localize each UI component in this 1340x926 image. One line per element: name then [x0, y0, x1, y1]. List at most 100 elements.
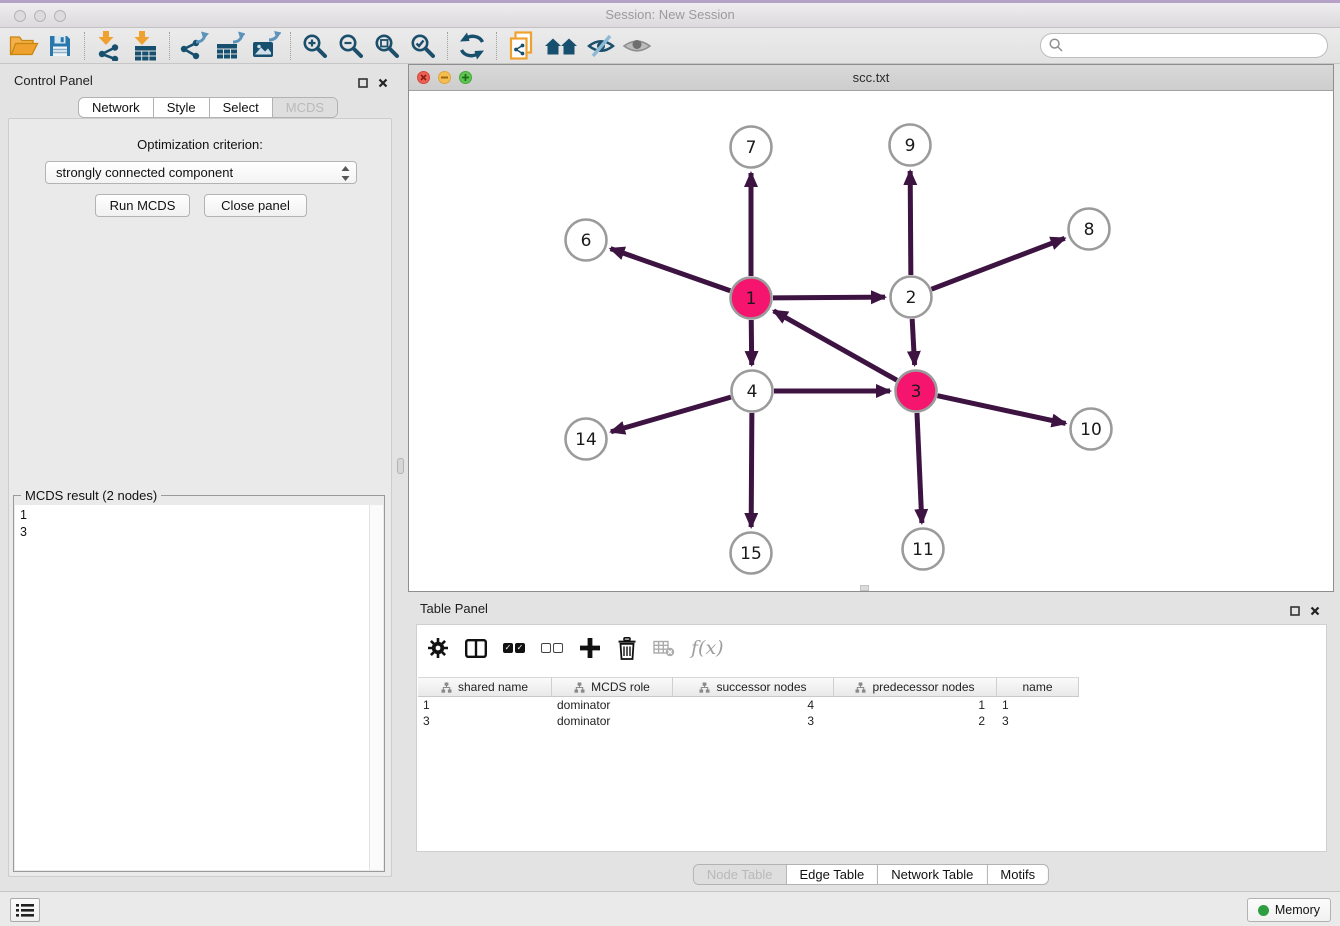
memory-button[interactable]: Memory — [1247, 898, 1331, 922]
net-maximize-button[interactable] — [459, 71, 472, 84]
column-header-successor-nodes[interactable]: successor nodes — [673, 677, 834, 697]
optimization-criterion-label: Optimization criterion: — [9, 137, 391, 152]
delete-column-button[interactable] — [617, 637, 637, 660]
close-panel-icon[interactable] — [378, 75, 388, 93]
table-cell: 3 — [418, 713, 552, 729]
float-panel-icon[interactable] — [358, 75, 368, 93]
column-header-shared-name[interactable]: shared name — [418, 677, 552, 697]
table-settings-button[interactable] — [427, 637, 449, 659]
tab-style[interactable]: Style — [153, 98, 209, 117]
graph-node-6[interactable]: 6 — [566, 220, 607, 261]
table-panel-tabs: Node TableEdge TableNetwork TableMotifs — [693, 864, 1049, 885]
graph-edge-1-2[interactable] — [773, 297, 885, 298]
column-label: MCDS role — [591, 680, 650, 694]
graph-node-2[interactable]: 2 — [891, 277, 932, 318]
import-table-button[interactable] — [127, 30, 163, 62]
attribute-tree-icon — [441, 682, 452, 693]
table-panel-title: Table Panel — [420, 601, 488, 616]
zoom-in-button[interactable] — [297, 30, 333, 62]
export-table-button[interactable] — [212, 30, 248, 62]
graph-node-4[interactable]: 4 — [732, 371, 773, 412]
window-controls-inactive[interactable] — [14, 10, 66, 22]
graph-edge-2-3[interactable] — [912, 319, 914, 365]
column-label: name — [1022, 680, 1052, 694]
maximize-window-button[interactable] — [54, 10, 66, 22]
home-layout-button[interactable] — [539, 30, 583, 62]
graph-edge-4-14[interactable] — [611, 397, 731, 432]
tab-select[interactable]: Select — [209, 98, 272, 117]
column-header-predecessor-nodes[interactable]: predecessor nodes — [834, 677, 997, 697]
tab-motifs[interactable]: Motifs — [986, 865, 1048, 884]
graph-node-14[interactable]: 14 — [566, 419, 607, 460]
close-panel-button[interactable]: Close panel — [204, 194, 307, 217]
attribute-tree-icon — [574, 682, 585, 693]
import-table-icon — [131, 31, 159, 61]
tab-network-table[interactable]: Network Table — [877, 865, 986, 884]
graph-edge-3-10[interactable] — [937, 396, 1065, 424]
criterion-select[interactable]: strongly connected component — [45, 161, 357, 184]
memory-status-icon — [1258, 905, 1269, 916]
tab-node-table[interactable]: Node Table — [694, 865, 786, 884]
result-scrollbar[interactable] — [369, 505, 383, 870]
graph-node-1[interactable]: 1 — [731, 278, 772, 319]
network-snapshot-button[interactable] — [503, 30, 539, 62]
zoom-out-button[interactable] — [333, 30, 369, 62]
attribute-tree-icon — [699, 682, 710, 693]
mcds-result-text[interactable]: 1 3 — [15, 505, 369, 870]
split-divider-grip[interactable] — [397, 458, 404, 474]
refresh-view-button[interactable] — [454, 30, 490, 62]
column-header-name[interactable]: name — [997, 677, 1079, 697]
graph-edge-2-8[interactable] — [932, 238, 1065, 289]
close-table-panel-icon[interactable] — [1310, 603, 1320, 621]
net-minimize-button[interactable] — [438, 71, 451, 84]
zoom-selected-button[interactable] — [405, 30, 441, 62]
import-network-button[interactable] — [91, 30, 127, 62]
export-image-button[interactable] — [248, 30, 284, 62]
window-resize-handle[interactable] — [860, 585, 869, 591]
show-hidden-button[interactable] — [619, 30, 655, 62]
toolbar-separator — [496, 32, 497, 60]
close-window-button[interactable] — [14, 10, 26, 22]
tab-mcds[interactable]: MCDS — [272, 98, 337, 117]
search-input[interactable] — [1040, 33, 1328, 58]
snapshot-document-icon — [508, 31, 534, 61]
show-columns-button[interactable] — [465, 639, 487, 658]
graph-node-3[interactable]: 3 — [896, 371, 937, 412]
tab-edge-table[interactable]: Edge Table — [785, 865, 877, 884]
graph-node-10[interactable]: 10 — [1071, 409, 1112, 450]
graph-node-8[interactable]: 8 — [1069, 209, 1110, 250]
table-cell: 4 — [673, 697, 834, 713]
net-close-button[interactable] — [417, 71, 430, 84]
open-session-button[interactable] — [6, 30, 42, 62]
gear-icon — [427, 637, 449, 659]
table-row[interactable]: 3dominator323 — [418, 713, 1079, 729]
column-header-MCDS-role[interactable]: MCDS role — [552, 677, 673, 697]
network-canvas[interactable]: 7 9 6 8 1 2 4 3 14 10 15 11 — [409, 91, 1333, 591]
graph-node-15[interactable]: 15 — [731, 533, 772, 574]
zoom-fit-button[interactable] — [369, 30, 405, 62]
float-table-panel-icon[interactable] — [1290, 603, 1300, 621]
graph-node-7[interactable]: 7 — [731, 127, 772, 168]
deselect-all-button[interactable] — [541, 643, 563, 653]
graph-edge-1-6[interactable] — [611, 249, 731, 291]
run-mcds-button[interactable]: Run MCDS — [95, 194, 190, 217]
hide-selected-button[interactable] — [583, 30, 619, 62]
minimize-window-button[interactable] — [34, 10, 46, 22]
graph-node-9[interactable]: 9 — [890, 125, 931, 166]
export-network-button[interactable] — [176, 30, 212, 62]
node-label: 14 — [575, 430, 597, 450]
graph-edge-3-1[interactable] — [774, 311, 897, 380]
toolbar-separator — [84, 32, 85, 60]
add-column-button[interactable] — [579, 637, 601, 659]
status-list-button[interactable] — [10, 898, 40, 922]
mcds-panel: Optimization criterion: strongly connect… — [8, 118, 392, 877]
select-all-button[interactable]: ✓✓ — [503, 643, 525, 653]
graph-edge-4-15[interactable] — [751, 413, 752, 527]
save-session-button[interactable] — [42, 30, 78, 62]
graph-edge-2-9[interactable] — [910, 171, 911, 275]
node-label: 8 — [1084, 220, 1095, 240]
tab-network[interactable]: Network — [79, 98, 153, 117]
graph-node-11[interactable]: 11 — [903, 529, 944, 570]
graph-edge-3-11[interactable] — [917, 413, 922, 523]
table-row[interactable]: 1dominator411 — [418, 697, 1079, 713]
